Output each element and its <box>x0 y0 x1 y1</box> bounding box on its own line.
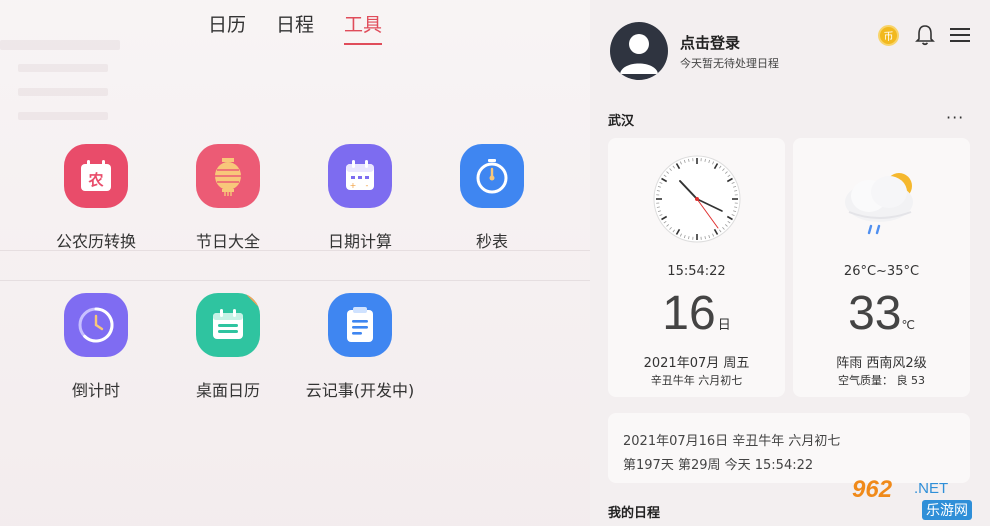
date-info-card: 2021年07月16日 辛丑牛年 六月初七 第197天 第29周 今天 15:5… <box>608 413 970 483</box>
lunar-date: 辛丑牛年 六月初七 <box>650 374 743 387</box>
top-tabs: 日历 日程 工具 <box>208 10 383 45</box>
tool-label: 桌面日历 <box>195 381 260 400</box>
day-number: 16 日 <box>608 286 785 341</box>
tool-label: 公农历转换 <box>55 232 136 251</box>
current-temperature: 33℃ <box>793 286 970 341</box>
tab-tools[interactable]: 工具 <box>344 10 383 45</box>
login-link[interactable]: 点击登录 <box>680 32 740 53</box>
tab-schedule[interactable]: 日程 <box>276 10 314 45</box>
weather-description: 阵雨 西南风2级 <box>836 356 927 371</box>
tool-date-calc[interactable]: + - 日期计算 <box>295 144 425 252</box>
shower-weather-icon <box>845 173 913 235</box>
svg-text:-: - <box>366 181 369 190</box>
tool-cloud-note[interactable]: 云记事(开发中) <box>295 293 425 401</box>
avatar[interactable] <box>610 22 668 80</box>
temperature-range: 26°C~35°C <box>843 264 920 279</box>
site-watermark: 962 .NET 乐游网 <box>846 476 986 522</box>
clock-time: 15:54:22 <box>667 264 726 279</box>
weather-card[interactable]: 26°C~35°C 33℃ 阵雨 西南风2级 空气质量： 良 53 <box>793 138 970 397</box>
cloud-note-icon <box>328 293 392 357</box>
day-week-line: 第197天 第29周 今天 15:54:22 <box>623 458 814 473</box>
background-ghost <box>0 0 600 526</box>
menu-icon[interactable] <box>950 27 970 47</box>
right-panel: 点击登录 今天暂无待处理日程 币 武汉 ··· 15:54:22 16 日 202 <box>590 0 990 526</box>
date-calc-icon: + - <box>328 144 392 208</box>
more-options-button[interactable]: ··· <box>946 108 964 127</box>
tool-festivals[interactable]: 节日大全 <box>163 144 293 252</box>
day-value: 16 <box>662 287 716 340</box>
coin-icon[interactable]: 币 <box>878 25 899 46</box>
watermark-main: 962 <box>852 476 893 503</box>
temperature-unit: ℃ <box>901 318 915 332</box>
month-weekday: 2021年07月 周五 <box>643 356 750 371</box>
tab-calendar[interactable]: 日历 <box>208 10 246 45</box>
bell-icon[interactable] <box>915 24 935 50</box>
tool-lunar-convert[interactable]: 农 公农历转换 <box>31 144 161 252</box>
city-name: 武汉 <box>608 114 635 129</box>
lantern-icon <box>196 144 260 208</box>
air-quality: 空气质量： 良 53 <box>838 374 925 387</box>
svg-text:+: + <box>350 181 357 190</box>
full-date-line: 2021年07月16日 辛丑牛年 六月初七 <box>623 434 841 449</box>
day-unit: 日 <box>717 318 731 333</box>
clock-card: 15:54:22 16 日 2021年07月 周五 辛丑牛年 六月初七 <box>608 138 785 397</box>
analog-clock-icon <box>653 155 741 243</box>
svg-text:农: 农 <box>87 171 103 189</box>
tool-stopwatch[interactable]: 秒表 <box>427 144 557 252</box>
tool-label: 秒表 <box>475 232 508 251</box>
watermark-sub: 乐游网 <box>922 500 972 520</box>
tool-label: 日期计算 <box>327 232 392 251</box>
watermark-net: .NET <box>914 480 949 497</box>
stopwatch-icon <box>460 144 524 208</box>
countdown-icon <box>64 293 128 357</box>
lunar-calendar-icon: 农 <box>64 144 128 208</box>
desktop-calendar-icon: 已开启 <box>196 293 260 357</box>
user-avatar-icon <box>620 34 658 74</box>
tool-countdown[interactable]: 倒计时 <box>31 293 161 401</box>
my-schedule-heading: 我的日程 <box>608 506 661 521</box>
tool-label: 倒计时 <box>71 381 120 400</box>
tool-desktop-calendar[interactable]: 已开启 桌面日历 <box>163 293 293 401</box>
tool-label: 云记事(开发中) <box>305 381 415 400</box>
pending-schedule-text: 今天暂无待处理日程 <box>680 57 779 70</box>
temperature-value: 33 <box>848 287 902 340</box>
tool-label: 节日大全 <box>195 232 260 251</box>
